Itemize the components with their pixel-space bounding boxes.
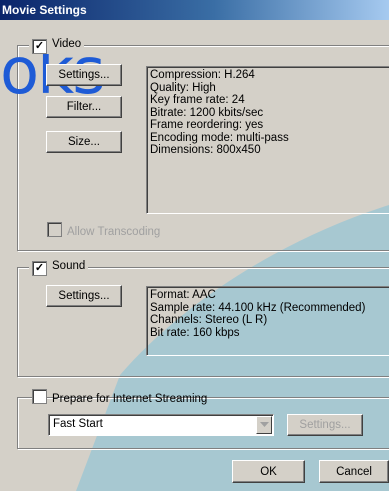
video-info-box: Compression: H.264 Quality: High Key fra… — [146, 66, 389, 214]
sound-checkbox-box[interactable]: ✓ — [32, 261, 47, 276]
window-title: Movie Settings — [2, 3, 87, 17]
ok-button[interactable]: OK — [232, 460, 305, 483]
sound-checkbox[interactable]: ✓ Sound — [29, 259, 89, 276]
streaming-checkbox[interactable]: Prepare for Internet Streaming — [29, 389, 210, 406]
video-info-line: Compression: H.264 — [150, 69, 255, 81]
video-info-line: Key frame rate: 24 — [150, 94, 245, 106]
video-info-line: Bitrate: 1200 kbits/sec — [150, 106, 264, 119]
chevron-down-icon — [259, 422, 269, 427]
video-checkbox-box[interactable]: ✓ — [32, 39, 47, 54]
video-info-line: Quality: High — [150, 81, 216, 94]
streaming-checkbox-box[interactable] — [32, 389, 47, 404]
streaming-label: Prepare for Internet Streaming — [52, 393, 208, 405]
video-size-button[interactable]: Size... — [46, 131, 122, 153]
video-info-line: Encoding mode: multi-pass — [150, 131, 289, 144]
allow-transcoding-checkbox: Allow Transcoding — [47, 222, 160, 238]
allow-transcoding-label: Allow Transcoding — [67, 226, 161, 238]
allow-transcoding-checkbox-box — [47, 222, 62, 237]
dropdown-arrow-icon[interactable] — [256, 416, 272, 434]
video-settings-button[interactable]: Settings... — [46, 64, 122, 86]
window-title-bar[interactable]: Movie Settings — [0, 0, 389, 20]
streaming-mode-dropdown[interactable]: Fast Start — [48, 414, 274, 436]
streaming-settings-button[interactable]: Settings... — [287, 414, 363, 436]
video-info-line: Frame reordering: yes — [150, 119, 264, 131]
video-filter-button[interactable]: Filter... — [46, 96, 122, 118]
sound-info-line: Bit rate: 160 kbps — [150, 326, 240, 339]
sound-settings-button[interactable]: Settings... — [46, 285, 122, 307]
streaming-mode-value: Fast Start — [53, 418, 103, 430]
sound-info-line: Channels: Stereo (L R) — [150, 314, 268, 326]
cancel-button[interactable]: Cancel — [319, 460, 389, 483]
sound-info-line: Sample rate: 44.100 kHz (Recommended) — [150, 301, 366, 314]
video-info-line: Dimensions: 800x450 — [150, 144, 261, 156]
sound-info-box: Format: AAC Sample rate: 44.100 kHz (Rec… — [146, 286, 389, 356]
video-label: Video — [52, 38, 82, 50]
sound-label: Sound — [52, 260, 86, 272]
sound-info-line: Format: AAC — [150, 289, 216, 301]
video-checkbox[interactable]: ✓ Video — [29, 37, 85, 54]
